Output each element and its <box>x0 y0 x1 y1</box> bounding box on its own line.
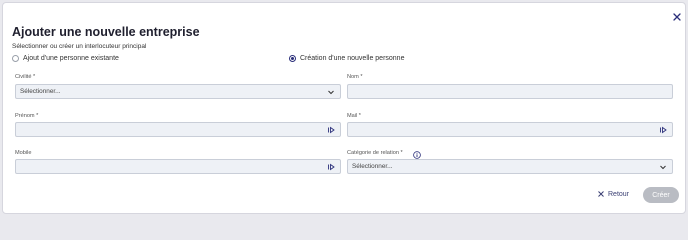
nom-label: Nom * <box>347 74 363 80</box>
radio-new-indicator[interactable] <box>289 55 296 62</box>
radio-existing-person[interactable]: Ajout d'une personne existante <box>12 55 119 62</box>
create-button[interactable]: Créer <box>643 187 679 203</box>
mobile-label: Mobile <box>15 150 32 156</box>
radio-existing-indicator[interactable] <box>12 55 19 62</box>
modal-subtitle: Sélectionner ou créer un interlocuteur p… <box>12 43 147 50</box>
autofill-icon[interactable] <box>327 163 335 171</box>
add-company-modal: Ajouter une nouvelle entreprise Sélectio… <box>2 2 686 214</box>
autofill-icon[interactable] <box>327 126 335 134</box>
civilite-placeholder: Sélectionner... <box>20 88 61 95</box>
civilite-select[interactable]: Sélectionner... <box>15 84 341 99</box>
radio-existing-label: Ajout d'une personne existante <box>23 55 119 62</box>
radio-new-person[interactable]: Création d'une nouvelle personne <box>289 55 404 62</box>
modal-title: Ajouter une nouvelle entreprise <box>12 25 200 39</box>
autofill-icon[interactable] <box>659 126 667 134</box>
mobile-input[interactable] <box>15 159 341 174</box>
categorie-select[interactable]: Sélectionner... <box>347 159 673 174</box>
mail-label: Mail * <box>347 113 361 119</box>
back-button-label: Retour <box>608 190 630 198</box>
mail-input[interactable] <box>347 122 673 137</box>
back-button[interactable]: Retour <box>597 190 629 198</box>
prenom-input[interactable] <box>15 122 341 137</box>
chevron-down-icon <box>328 90 334 95</box>
info-icon[interactable] <box>413 151 421 159</box>
civilite-label: Civilité * <box>15 74 36 80</box>
chevron-down-icon <box>660 165 666 170</box>
prenom-label: Prénom * <box>15 113 39 119</box>
close-icon <box>598 191 604 197</box>
categorie-placeholder: Sélectionner... <box>352 163 393 170</box>
nom-input[interactable] <box>347 84 673 99</box>
close-icon[interactable] <box>671 11 683 23</box>
radio-new-label: Création d'une nouvelle personne <box>300 55 405 62</box>
categorie-label: Catégorie de relation * <box>347 150 403 156</box>
